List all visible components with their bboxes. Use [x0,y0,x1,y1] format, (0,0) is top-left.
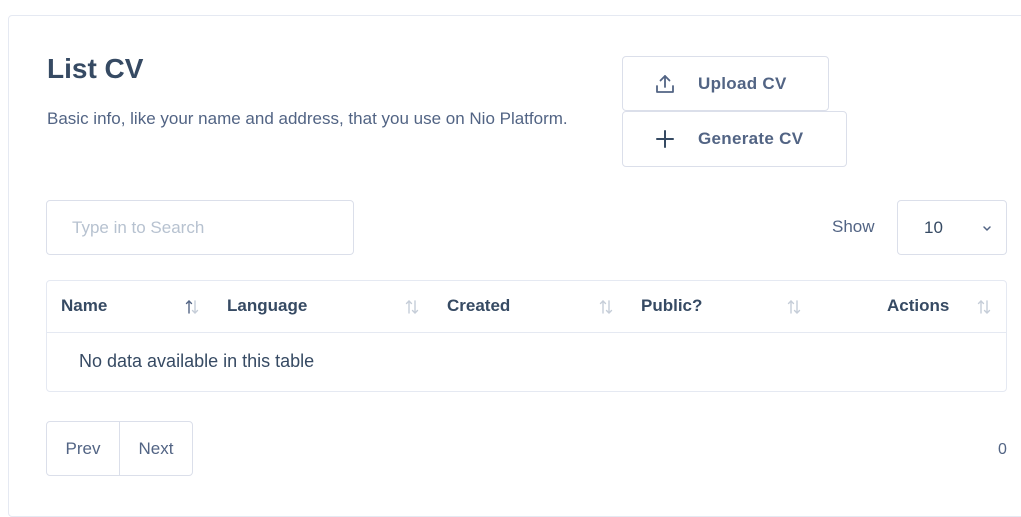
generate-cv-button[interactable]: Generate CV [622,111,847,167]
upload-icon [654,73,676,95]
page-size-label: Show [832,217,875,236]
table-header: Name Language Created Public? Actions [47,281,1006,333]
search-input[interactable] [46,200,354,255]
plus-icon [654,128,676,150]
page-size-value: 10 [924,217,943,237]
sort-icon[interactable] [403,298,421,316]
upload-cv-label: Upload CV [698,73,787,93]
page-description: Basic info, like your name and address, … [47,109,568,128]
column-header-language[interactable]: Language [227,296,307,316]
table-empty-message: No data available in this table [79,351,315,371]
sort-icon[interactable] [785,298,803,316]
sort-icon[interactable] [975,298,993,316]
cv-table: Name Language Created Public? Actions No… [46,280,1007,392]
upload-cv-button[interactable]: Upload CV [622,56,829,111]
next-page-button[interactable]: Next [120,422,192,475]
column-header-created[interactable]: Created [447,296,510,316]
prev-page-button[interactable]: Prev [47,422,120,475]
generate-cv-label: Generate CV [698,129,804,148]
pagination-info: 0 [998,441,1007,458]
sort-icon[interactable] [597,298,615,316]
page-size-select[interactable]: 10 [897,200,1007,255]
pagination: Prev Next [46,421,193,476]
column-header-public[interactable]: Public? [641,296,702,316]
chevron-down-icon [980,220,994,234]
page-title: List CV [47,53,144,84]
column-header-name[interactable]: Name [61,296,107,316]
column-header-actions[interactable]: Actions [887,296,949,316]
sort-icon[interactable] [183,298,201,316]
